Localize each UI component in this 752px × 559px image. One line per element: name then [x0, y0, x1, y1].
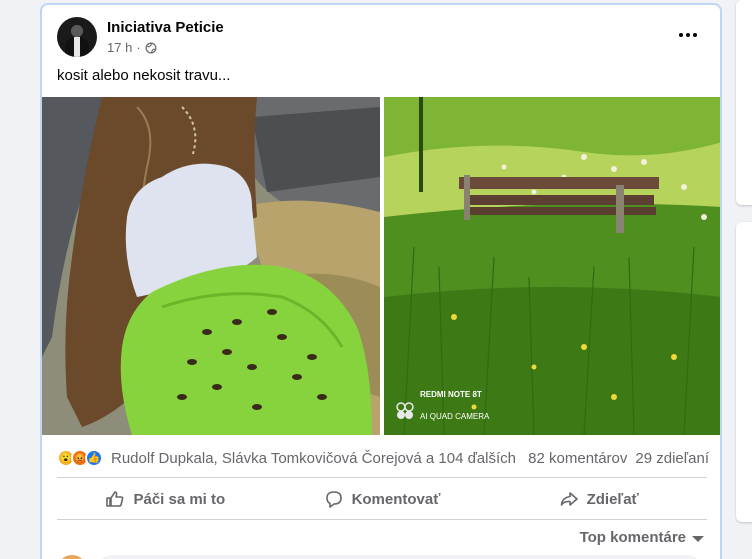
side-card-top [736, 0, 752, 205]
divider-top [57, 477, 707, 478]
divider-bottom [57, 519, 707, 520]
reaction-icons[interactable]: 😮 😡 👍 [57, 449, 103, 467]
comment-input[interactable] [97, 555, 702, 559]
comment-button[interactable]: Komentovať [274, 481, 491, 517]
feed-post: Iniciativa Peticie 17 h · kosit alebo ne… [40, 3, 722, 559]
post-header: Iniciativa Peticie 17 h · [57, 17, 707, 61]
chevron-down-icon [692, 535, 704, 542]
post-meta: 17 h · [107, 40, 157, 55]
post-photos: REDMI NOTE 8T AI QUAD CAMERA [42, 97, 720, 435]
more-options-icon[interactable] [673, 23, 703, 47]
meta-separator: · [136, 40, 141, 55]
globe-icon[interactable] [145, 42, 157, 54]
avatar-shirt [74, 37, 80, 57]
post-text: kosit alebo nekosit travu... [57, 67, 231, 84]
post-time[interactable]: 17 h [107, 40, 132, 55]
reactions-summary: 😮 😡 👍 Rudolf Dupkala, Slávka Tomkovičová… [57, 447, 709, 469]
like-reaction-icon: 👍 [85, 449, 103, 467]
like-button[interactable]: Páči sa mi to [57, 481, 274, 517]
comment-sort-dropdown[interactable]: Top komentáre [580, 529, 704, 546]
photo-boot-with-bugs[interactable] [42, 97, 380, 435]
share-button[interactable]: Zdieľať [490, 481, 707, 517]
share-label: Zdieľať [586, 490, 639, 508]
thumbs-up-icon [106, 491, 124, 507]
share-arrow-icon [560, 492, 578, 506]
shares-count[interactable]: 29 zdieľaní [635, 450, 709, 467]
reaction-names[interactable]: Rudolf Dupkala, Slávka Tomkovičová Čorej… [111, 450, 516, 467]
side-card-bottom [736, 222, 752, 522]
comment-bubble-icon [325, 491, 342, 508]
watermark-line2: AI QUAD CAMERA [420, 412, 490, 421]
like-label: Páči sa mi to [133, 490, 226, 508]
comment-sort-label: Top komentáre [579, 529, 686, 546]
comment-label: Komentovať [351, 490, 441, 508]
author-avatar[interactable] [57, 17, 97, 57]
photo-bench-in-grass[interactable]: REDMI NOTE 8T AI QUAD CAMERA [384, 97, 720, 435]
watermark-line1: REDMI NOTE 8T [420, 390, 482, 399]
post-actions: Páči sa mi to Komentovať Zdieľať [57, 481, 707, 517]
comments-count[interactable]: 82 komentárov [528, 450, 627, 467]
current-user-avatar [57, 555, 87, 559]
author-name[interactable]: Iniciativa Peticie [107, 19, 224, 36]
